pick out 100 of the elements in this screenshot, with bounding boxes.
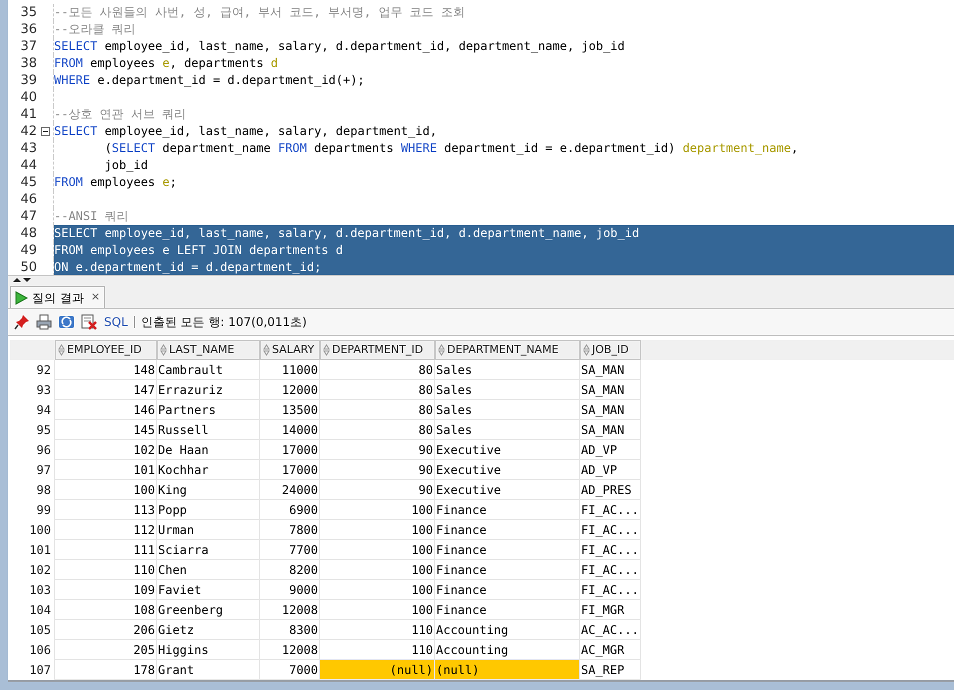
line-number: 36 <box>19 21 38 38</box>
table-cell: 147 <box>55 380 157 400</box>
column-header[interactable]: SALARY <box>260 340 320 360</box>
sort-icon <box>438 344 445 356</box>
sort-icon <box>323 344 330 356</box>
table-cell: 206 <box>55 620 157 640</box>
sort-icon <box>583 344 590 356</box>
table-cell: 90 <box>320 480 435 500</box>
table-cell: Accounting <box>435 620 580 640</box>
table-cell: 80 <box>320 360 435 380</box>
table-cell: 7000 <box>260 660 320 680</box>
table-cell: AC_AC... <box>580 620 641 640</box>
table-cell: 100 <box>320 520 435 540</box>
table-cell: Grant <box>157 660 260 680</box>
table-cell: 80 <box>320 380 435 400</box>
line-number: 46 <box>19 191 38 208</box>
table-cell: 146 <box>55 400 157 420</box>
table-cell: 145 <box>55 420 157 440</box>
sql-button[interactable]: SQL <box>104 313 128 331</box>
table-cell: 12008 <box>260 640 320 660</box>
table-cell: De Haan <box>157 440 260 460</box>
table-cell: 14000 <box>260 420 320 440</box>
table-cell: 6900 <box>260 500 320 520</box>
table-cell: 100 <box>320 600 435 620</box>
table-cell: AD_VP <box>580 440 641 460</box>
pin-icon[interactable] <box>14 314 30 330</box>
table-cell: AD_VP <box>580 460 641 480</box>
column-header[interactable]: DEPARTMENT_NAME <box>435 340 580 360</box>
table-cell: SA_MAN <box>580 400 641 420</box>
printer-icon[interactable] <box>36 314 52 330</box>
table-cell: 110 <box>320 640 435 660</box>
table-cell: 100 <box>320 500 435 520</box>
sort-icon <box>160 344 167 356</box>
table-cell: 110 <box>320 620 435 640</box>
table-cell: 12008 <box>260 600 320 620</box>
refresh-icon[interactable] <box>58 314 75 330</box>
clear-icon[interactable] <box>81 314 98 330</box>
table-cell: FI_MGR <box>580 600 641 620</box>
table-cell: 101 <box>55 460 157 480</box>
column-header[interactable]: LAST_NAME <box>157 340 260 360</box>
table-cell: SA_REP <box>580 660 641 680</box>
table-cell: 24000 <box>260 480 320 500</box>
table-cell: Sciarra <box>157 540 260 560</box>
sort-icon <box>263 344 270 356</box>
collapse-icon[interactable] <box>41 127 50 136</box>
line-number: 47 <box>19 208 38 225</box>
table-cell: Accounting <box>435 640 580 660</box>
table-cell: Finance <box>435 600 580 620</box>
table-cell: 111 <box>55 540 157 560</box>
table-cell: Kochhar <box>157 460 260 480</box>
line-number: 43 <box>19 140 38 157</box>
table-cell: Finance <box>435 520 580 540</box>
column-header[interactable]: DEPARTMENT_ID <box>320 340 435 360</box>
column-header[interactable]: JOB_ID <box>580 340 641 360</box>
table-cell: 90 <box>320 460 435 480</box>
table-cell: Finance <box>435 500 580 520</box>
table-cell: Cambrault <box>157 360 260 380</box>
table-cell: 12000 <box>260 380 320 400</box>
table-cell: FI_AC... <box>580 540 641 560</box>
table-cell: Errazuriz <box>157 380 260 400</box>
table-cell: Finance <box>435 560 580 580</box>
table-cell: Gietz <box>157 620 260 640</box>
table-cell: 178 <box>55 660 157 680</box>
line-number: 40 <box>19 89 38 106</box>
table-cell: AC_MGR <box>580 640 641 660</box>
table-cell: 7700 <box>260 540 320 560</box>
table-cell: Sales <box>435 420 580 440</box>
line-number: 44 <box>19 157 38 174</box>
table-cell: 8200 <box>260 560 320 580</box>
close-button[interactable]: × <box>90 289 100 306</box>
table-cell: 148 <box>55 360 157 380</box>
fetch-status: 인출된 모든 행: 107(0,011초) <box>140 314 307 331</box>
line-number: 45 <box>19 174 38 191</box>
table-cell: 100 <box>320 560 435 580</box>
column-header[interactable]: EMPLOYEE_ID <box>55 340 157 360</box>
table-cell: 113 <box>55 500 157 520</box>
table-cell: 112 <box>55 520 157 540</box>
table-cell: 100 <box>320 540 435 560</box>
table-cell: 7800 <box>260 520 320 540</box>
table-cell: 17000 <box>260 460 320 480</box>
table-cell: Partners <box>157 400 260 420</box>
table-cell: 90 <box>320 440 435 460</box>
table-cell: King <box>157 480 260 500</box>
splitter-arrows-icon[interactable] <box>12 277 32 283</box>
table-cell: Faviet <box>157 580 260 600</box>
table-cell: 80 <box>320 420 435 440</box>
table-cell: 110 <box>55 560 157 580</box>
table-cell: (null) <box>435 660 580 680</box>
line-number: 42 <box>19 123 38 140</box>
table-cell: 108 <box>55 600 157 620</box>
results-tab[interactable]: 질의 결과 × <box>10 286 106 308</box>
table-cell: 8300 <box>260 620 320 640</box>
table-cell: FI_AC... <box>580 520 641 540</box>
table-cell: Russell <box>157 420 260 440</box>
table-cell: Executive <box>435 460 580 480</box>
table-cell: (null) <box>320 660 435 680</box>
table-cell: Sales <box>435 380 580 400</box>
table-cell: Finance <box>435 580 580 600</box>
line-number: 38 <box>19 55 38 72</box>
table-cell: 80 <box>320 400 435 420</box>
